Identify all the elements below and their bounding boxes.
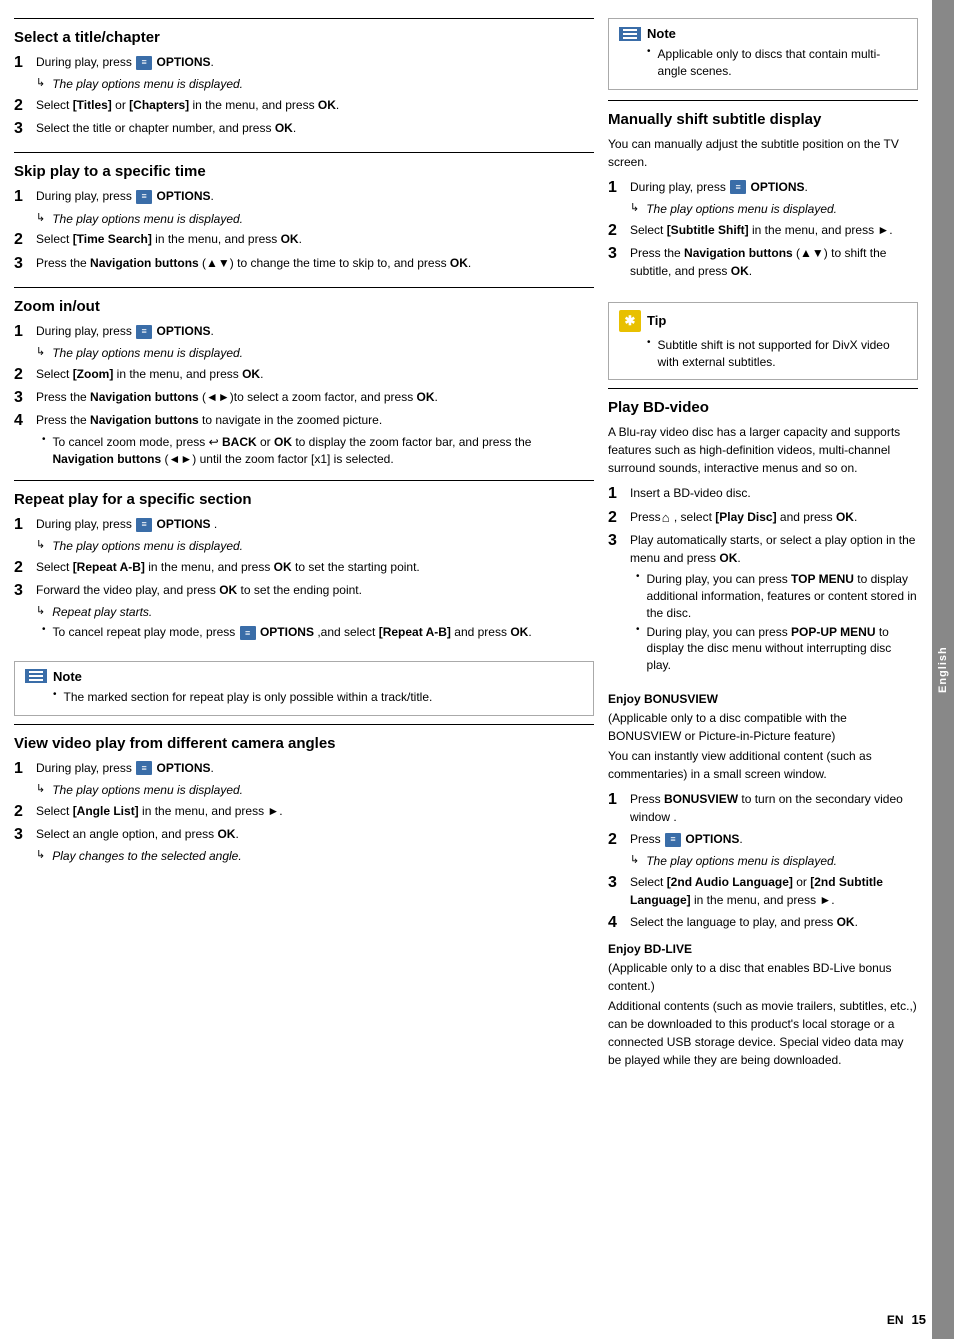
step-3-bd: 3 Play automatically starts, or select a… (608, 531, 918, 567)
section-title-repeat: Repeat play for a specific section (14, 491, 594, 508)
step-4-bonusview: 4 Select the language to play, and press… (608, 913, 918, 932)
step-3-select: 3 Select the title or chapter number, an… (14, 119, 594, 138)
note-label-multi: Note (647, 26, 676, 41)
step-3-bonusview: 3 Select [2nd Audio Language] or [2nd Su… (608, 873, 918, 909)
bullet-zoom-cancel: • To cancel zoom mode, press ↩ BACK or O… (42, 434, 594, 468)
en-label: EN (887, 1313, 904, 1327)
page-footer: EN 15 (887, 1312, 926, 1327)
options-icon-camera1: ≡ (136, 761, 152, 775)
step-1-subtitle: 1 During play, press ≡ OPTIONS. (608, 178, 918, 197)
bonusview-intro1: (Applicable only to a disc compatible wi… (608, 709, 918, 745)
bullet-bd-popup: • During play, you can press POP-UP MENU… (636, 624, 918, 674)
step-1-select: 1 During play, press ≡ OPTIONS. (14, 53, 594, 72)
step-1-zoom: 1 During play, press ≡ OPTIONS. (14, 322, 594, 341)
bonusview-intro2: You can instantly view additional conten… (608, 747, 918, 783)
step-2-skip: 2 Select [Time Search] in the menu, and … (14, 230, 594, 249)
section-title-subtitle: Manually shift subtitle display (608, 111, 918, 128)
options-icon-repeat-cancel: ≡ (240, 626, 256, 640)
arrow-3-camera: ↳ Play changes to the selected angle. (36, 848, 594, 865)
bullet-bd-topmenu: • During play, you can press TOP MENU to… (636, 571, 918, 621)
note-box-multi: Note • Applicable only to discs that con… (608, 18, 918, 90)
bd-live-intro2: Additional contents (such as movie trail… (608, 997, 918, 1069)
arrow-3a-repeat: ↳ Repeat play starts. (36, 604, 594, 621)
note-label-repeat: Note (53, 669, 82, 684)
section-camera-angles: View video play from different camera an… (14, 724, 594, 878)
section-title-zoom: Zoom in/out (14, 298, 594, 315)
step-2-zoom: 2 Select [Zoom] in the menu, and press O… (14, 365, 594, 384)
step-1-bd: 1 Insert a BD-video disc. (608, 484, 918, 503)
bd-live-intro1: (Applicable only to a disc that enables … (608, 959, 918, 995)
bd-live-title: Enjoy BD-LIVE (608, 942, 918, 956)
step-3-camera: 3 Select an angle option, and press OK. (14, 825, 594, 844)
note-header-repeat: Note (25, 669, 583, 684)
bullet-repeat-cancel: • To cancel repeat play mode, press ≡ OP… (42, 624, 594, 641)
bd-video-intro: A Blu-ray video disc has a larger capaci… (608, 423, 918, 477)
note-box-repeat: Note • The marked section for repeat pla… (14, 661, 594, 716)
arrow-1-subtitle: ↳ The play options menu is displayed. (630, 201, 918, 218)
options-icon: ≡ (136, 56, 152, 70)
note-icon-repeat (25, 669, 47, 683)
arrow-2-bonusview: ↳ The play options menu is displayed. (630, 853, 918, 870)
bonusview-title: Enjoy BONUSVIEW (608, 692, 918, 706)
step-2-camera: 2 Select [Angle List] in the menu, and p… (14, 802, 594, 821)
arrow-1-select: ↳ The play options menu is displayed. (36, 76, 594, 93)
step-3-skip: 3 Press the Navigation buttons (▲▼) to c… (14, 254, 594, 273)
options-icon-subtitle1: ≡ (730, 180, 746, 194)
note-header-multi: Note (619, 26, 907, 41)
step-2-bonusview: 2 Press ≡ OPTIONS. (608, 830, 918, 849)
step-2-repeat: 2 Select [Repeat A-B] in the menu, and p… (14, 558, 594, 577)
options-icon-repeat1: ≡ (136, 518, 152, 532)
options-icon-skip1: ≡ (136, 190, 152, 204)
side-tab: English (932, 0, 954, 1339)
section-title-bd: Play BD-video (608, 399, 918, 416)
page-container: Select a title/chapter 1 During play, pr… (0, 0, 954, 1339)
note-content-repeat: • The marked section for repeat play is … (53, 689, 583, 706)
tip-box-subtitle: ✱ Tip • Subtitle shift is not supported … (608, 302, 918, 381)
main-content: Select a title/chapter 1 During play, pr… (0, 0, 932, 1339)
options-icon-bonusview: ≡ (665, 833, 681, 847)
step-4-zoom: 4 Press the Navigation buttons to naviga… (14, 411, 594, 430)
arrow-1-repeat: ↳ The play options menu is displayed. (36, 538, 594, 555)
page-number: 15 (912, 1312, 926, 1327)
home-icon: ⌂ (662, 508, 670, 528)
section-select-title: Select a title/chapter 1 During play, pr… (14, 18, 594, 152)
step-2-bd: 2 Press⌂ , select [Play Disc] and press … (608, 508, 918, 528)
arrow-1-skip: ↳ The play options menu is displayed. (36, 211, 594, 228)
step-3-zoom: 3 Press the Navigation buttons (◄►)to se… (14, 388, 594, 407)
section-skip-play: Skip play to a specific time 1 During pl… (14, 152, 594, 286)
right-column: Note • Applicable only to discs that con… (608, 18, 918, 1321)
section-zoom: Zoom in/out 1 During play, press ≡ OPTIO… (14, 287, 594, 480)
arrow-1-camera: ↳ The play options menu is displayed. (36, 782, 594, 799)
step-1-camera: 1 During play, press ≡ OPTIONS. (14, 759, 594, 778)
step-3-repeat: 3 Forward the video play, and press OK t… (14, 581, 594, 600)
step-1-bonusview: 1 Press BONUSVIEW to turn on the seconda… (608, 790, 918, 826)
section-title-select: Select a title/chapter (14, 29, 594, 46)
tip-header: ✱ Tip (619, 310, 907, 332)
side-tab-label: English (937, 646, 949, 693)
tip-content: • Subtitle shift is not supported for Di… (647, 337, 907, 371)
section-title-camera: View video play from different camera an… (14, 735, 594, 752)
section-subtitle-display: Manually shift subtitle display You can … (608, 100, 918, 294)
section-repeat-play: Repeat play for a specific section 1 Dur… (14, 480, 594, 653)
arrow-1-zoom: ↳ The play options menu is displayed. (36, 345, 594, 362)
options-icon-zoom1: ≡ (136, 325, 152, 339)
subtitle-intro: You can manually adjust the subtitle pos… (608, 135, 918, 171)
step-1-skip: 1 During play, press ≡ OPTIONS. (14, 187, 594, 206)
note-content-multi: • Applicable only to discs that contain … (647, 46, 907, 80)
tip-label: Tip (647, 313, 666, 328)
tip-icon: ✱ (619, 310, 641, 332)
step-2-select: 2 Select [Titles] or [Chapters] in the m… (14, 96, 594, 115)
section-bd-video: Play BD-video A Blu-ray video disc has a… (608, 388, 918, 686)
left-column: Select a title/chapter 1 During play, pr… (14, 18, 594, 1321)
step-1-repeat: 1 During play, press ≡ OPTIONS . (14, 515, 594, 534)
section-title-skip: Skip play to a specific time (14, 163, 594, 180)
step-2-subtitle: 2 Select [Subtitle Shift] in the menu, a… (608, 221, 918, 240)
step-3-subtitle: 3 Press the Navigation buttons (▲▼) to s… (608, 244, 918, 280)
note-icon-multi (619, 27, 641, 41)
